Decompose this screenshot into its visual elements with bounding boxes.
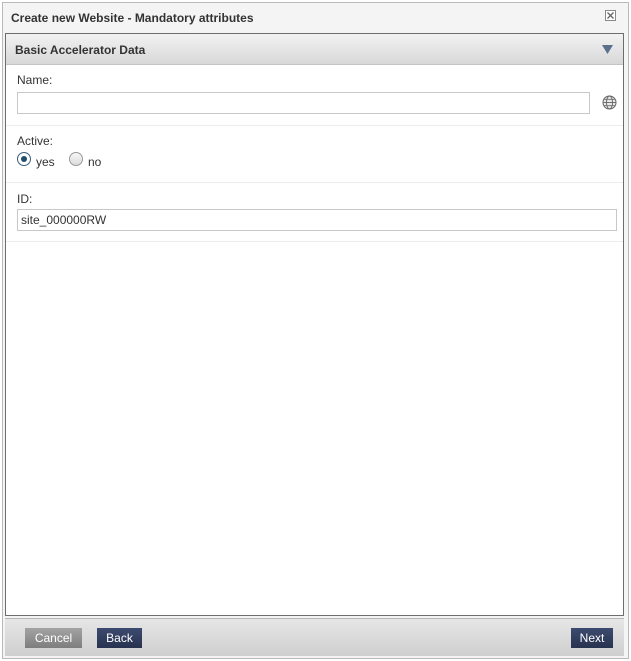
id-label: ID:: [17, 192, 33, 206]
active-label: Active:: [17, 134, 54, 148]
id-field-row: ID:: [6, 183, 623, 242]
active-yes-label[interactable]: yes: [36, 155, 55, 169]
active-yes-radio[interactable]: [17, 152, 31, 166]
back-button[interactable]: Back: [97, 628, 142, 648]
globe-icon[interactable]: [602, 95, 617, 110]
name-field-row: Name:: [6, 65, 623, 126]
active-no-radio[interactable]: [69, 152, 83, 166]
id-input[interactable]: [17, 209, 617, 231]
active-field-row: Active: yes no: [6, 126, 623, 183]
create-website-dialog: Create new Website - Mandatory attribute…: [2, 2, 629, 659]
dialog-titlebar: Create new Website - Mandatory attribute…: [3, 3, 628, 33]
dialog-title: Create new Website - Mandatory attribute…: [11, 11, 254, 25]
active-no-label[interactable]: no: [88, 155, 101, 169]
name-input[interactable]: [17, 92, 590, 114]
form-panel: Basic Accelerator Data Name: Active: yes: [5, 33, 624, 616]
close-icon: [607, 12, 614, 19]
next-button[interactable]: Next: [571, 628, 613, 648]
section-header[interactable]: Basic Accelerator Data: [6, 34, 623, 65]
dialog-footer: Cancel Back Next: [5, 618, 624, 656]
section-title: Basic Accelerator Data: [15, 43, 146, 57]
name-label: Name:: [17, 73, 53, 87]
cancel-button[interactable]: Cancel: [25, 628, 82, 648]
close-button[interactable]: [605, 10, 616, 21]
triangle-down-icon[interactable]: [602, 45, 613, 54]
